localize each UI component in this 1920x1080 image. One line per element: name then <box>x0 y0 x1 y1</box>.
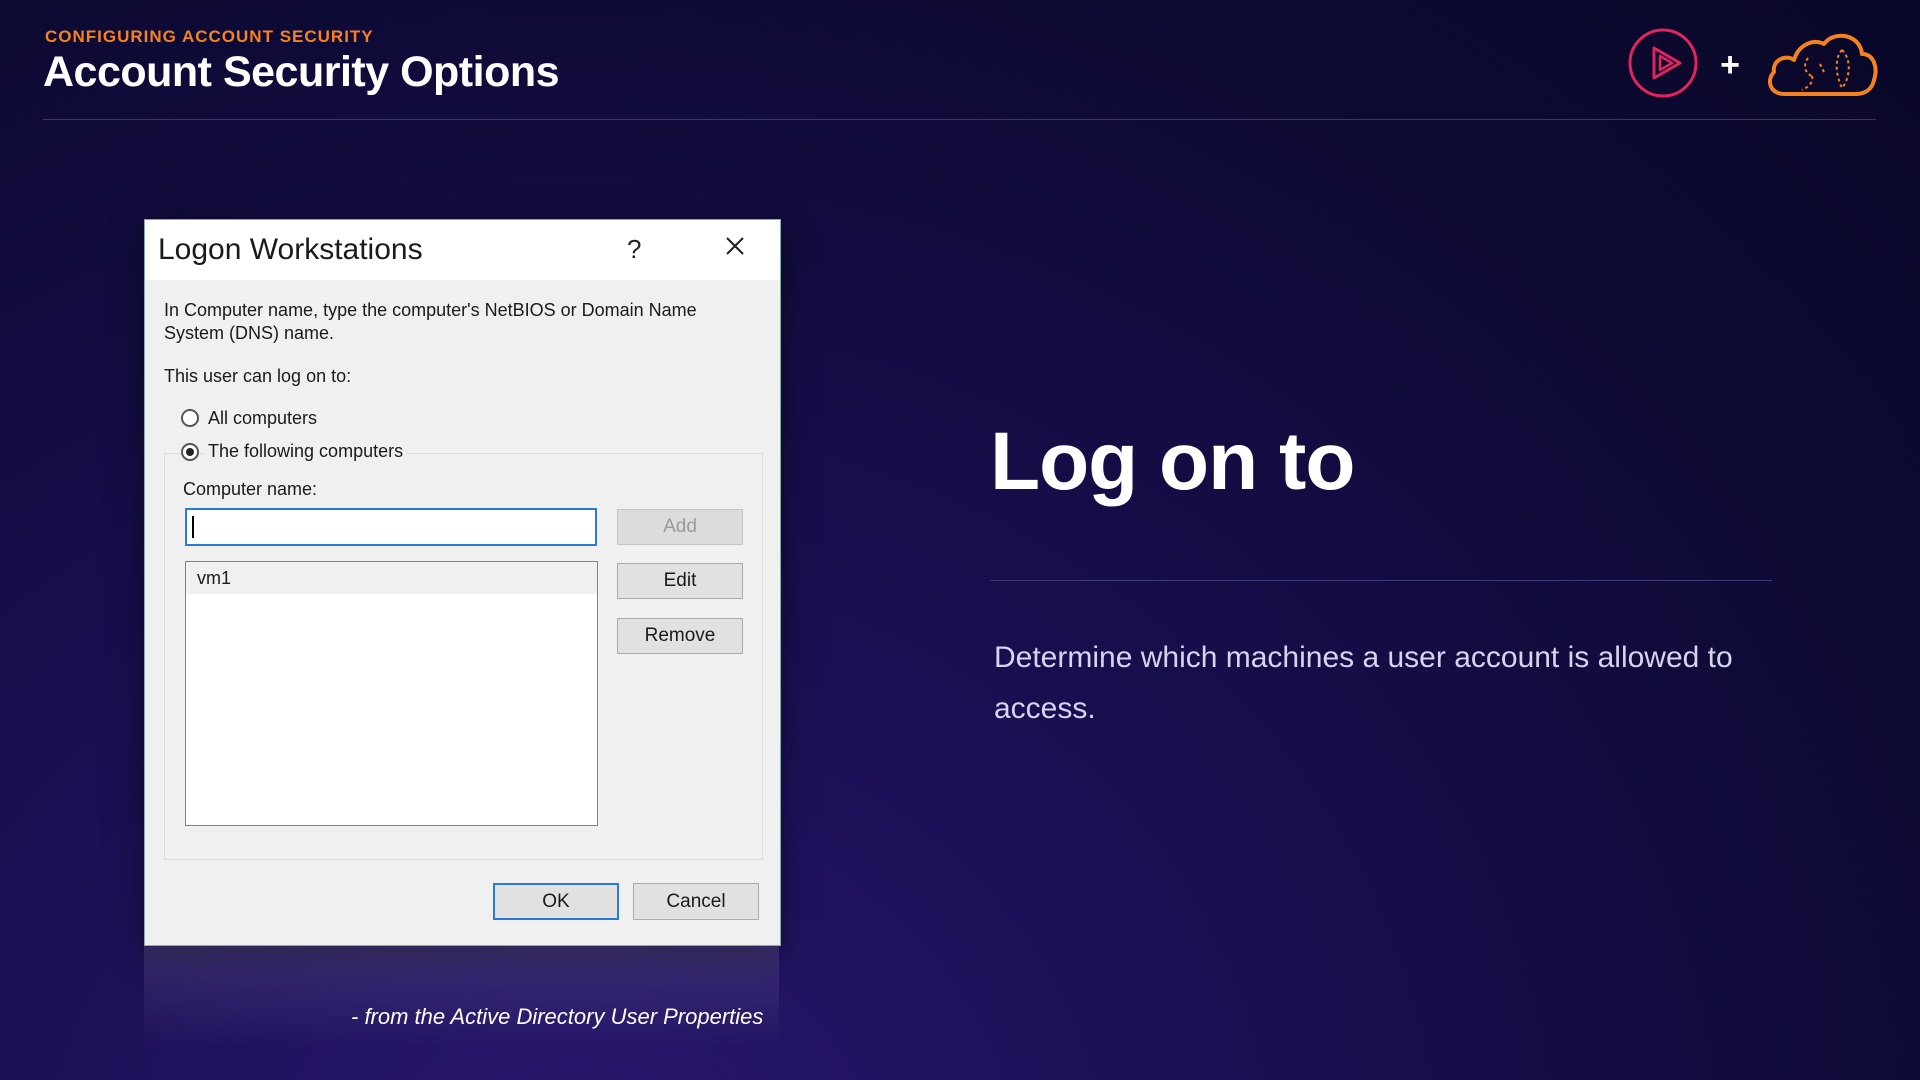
radio-following-computers[interactable] <box>181 443 199 461</box>
list-item[interactable]: vm1 <box>186 562 597 594</box>
radio-all-computers-label[interactable]: All computers <box>208 407 317 430</box>
plus-sign: + <box>1720 46 1740 84</box>
logon-to-label: This user can log on to: <box>164 366 352 386</box>
computer-name-input[interactable] <box>185 508 597 546</box>
section-divider <box>990 580 1772 581</box>
radio-following-computers-label[interactable]: The following computers <box>205 440 407 463</box>
header-divider <box>43 119 1876 120</box>
cloud-logo-icon <box>1762 28 1880 103</box>
radio-all-computers[interactable] <box>181 409 199 427</box>
close-button[interactable] <box>717 228 753 264</box>
dialog-titlebar[interactable]: Logon Workstations ? <box>145 220 780 280</box>
brand-logos: + <box>1628 28 1880 103</box>
computer-list[interactable]: vm1 <box>185 561 598 826</box>
add-button[interactable]: Add <box>617 509 743 545</box>
computer-name-label: Computer name: <box>183 479 318 499</box>
section-title: Log on to <box>990 416 1355 507</box>
section-description: Determine which machines a user account … <box>994 641 1733 725</box>
close-icon <box>726 237 744 255</box>
logon-workstations-dialog: Logon Workstations ? In Computer name, t… <box>144 219 781 946</box>
text-caret <box>192 516 194 538</box>
page-title: Account Security Options <box>43 48 560 96</box>
dialog-title: Logon Workstations <box>158 233 423 266</box>
remove-button[interactable]: Remove <box>617 618 743 654</box>
instruction-line-2: System (DNS) name. <box>164 323 335 343</box>
cancel-button[interactable]: Cancel <box>633 883 759 920</box>
ok-button[interactable]: OK <box>493 883 619 920</box>
help-button[interactable]: ? <box>627 234 641 265</box>
instruction-text: In Computer name, type the computer's Ne… <box>164 299 697 345</box>
instruction-line-1: In Computer name, type the computer's Ne… <box>164 300 697 320</box>
edit-button[interactable]: Edit <box>617 563 743 599</box>
image-caption: - from the Active Directory User Propert… <box>351 1004 764 1029</box>
play-logo-icon <box>1628 28 1698 103</box>
eyebrow-label: CONFIGURING ACCOUNT SECURITY <box>45 27 374 46</box>
dialog-reflection <box>144 946 779 1046</box>
